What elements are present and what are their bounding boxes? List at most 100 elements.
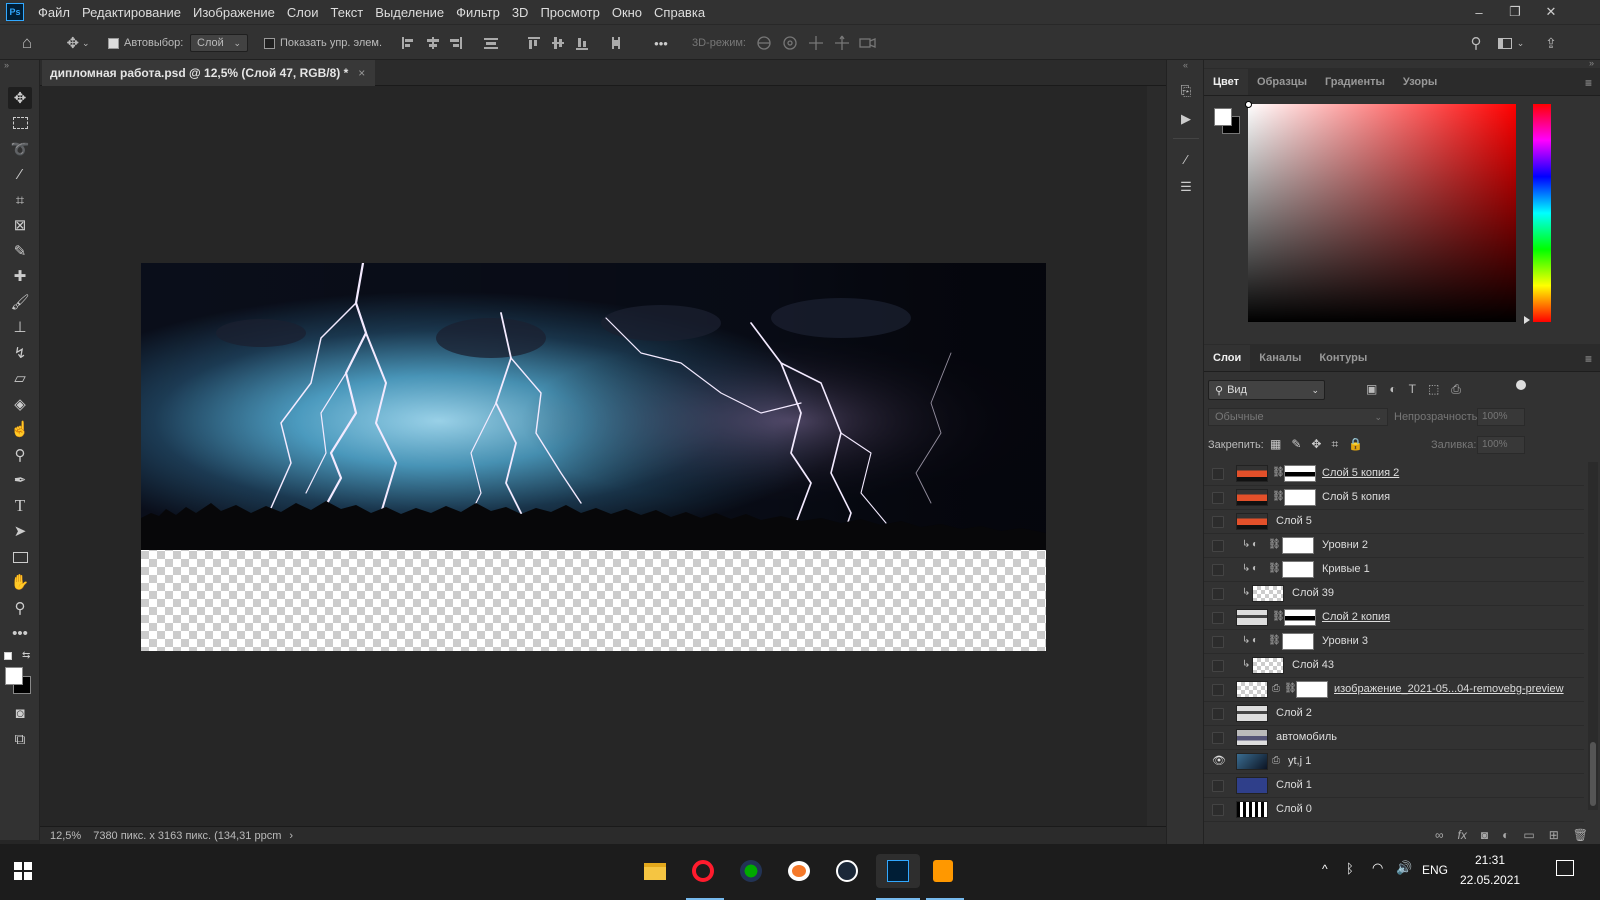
rectangle-tool-icon[interactable]	[8, 546, 32, 568]
layer-mask-thumbnail[interactable]	[1282, 537, 1314, 554]
autoselect-target-select[interactable]: Слой ⌄	[190, 34, 248, 52]
tray-overflow-icon[interactable]: ^	[1322, 862, 1328, 876]
lock-position-icon[interactable]: ✥	[1311, 437, 1321, 452]
link-icon[interactable]: ⛓	[1268, 539, 1281, 550]
opera-icon[interactable]	[686, 854, 720, 888]
properties-panel-icon[interactable]: ☰	[1174, 176, 1198, 198]
link-icon[interactable]: ⛓	[1272, 467, 1285, 478]
menu-item-9[interactable]: Окно	[606, 5, 648, 20]
menu-item-0[interactable]: Файл	[32, 5, 76, 20]
visibility-toggle[interactable]	[1212, 780, 1224, 792]
layer-mask-thumbnail[interactable]	[1284, 489, 1316, 506]
visibility-toggle[interactable]	[1212, 588, 1224, 600]
visibility-toggle[interactable]	[1212, 708, 1224, 720]
visibility-toggle[interactable]	[1212, 540, 1224, 552]
layer-row[interactable]: ↳ ◐ ⛓ Уровни 2	[1204, 534, 1584, 558]
history-brush-tool-icon[interactable]: ↯	[8, 342, 32, 364]
tab-channels[interactable]: Каналы	[1250, 345, 1310, 371]
layer-row[interactable]: Слой 0	[1204, 798, 1584, 822]
type-tool-icon[interactable]: T	[8, 495, 32, 517]
link-icon[interactable]: ⛓	[1272, 491, 1285, 502]
layer-thumbnail[interactable]	[1236, 489, 1268, 506]
layer-thumbnail[interactable]	[1236, 705, 1268, 722]
tab-swatches[interactable]: Образцы	[1248, 69, 1316, 95]
hand-tool-icon[interactable]: ✋	[8, 571, 32, 593]
visibility-toggle[interactable]	[1212, 564, 1224, 576]
tab-color[interactable]: Цвет	[1204, 69, 1249, 95]
layer-thumbnail[interactable]	[1236, 609, 1268, 626]
foreground-color-swatch[interactable]	[5, 667, 23, 685]
blend-mode-select[interactable]: Обычные ⌄	[1208, 408, 1388, 426]
link-icon[interactable]: ⛓	[1272, 611, 1285, 622]
layer-thumbnail[interactable]	[1236, 513, 1268, 530]
layer-name[interactable]: Слой 43	[1292, 659, 1334, 671]
layer-mask-thumbnail[interactable]	[1284, 465, 1316, 482]
eraser-tool-icon[interactable]: ▱	[8, 367, 32, 389]
layer-row[interactable]: ↳ ◐ ⛓ Уровни 3	[1204, 630, 1584, 654]
blender-icon[interactable]	[782, 854, 816, 888]
link-icon[interactable]: ⛓	[1268, 563, 1281, 574]
brush-tool-icon[interactable]: 🖌	[8, 291, 32, 313]
collapse-icon[interactable]: «	[1183, 60, 1188, 70]
layer-row[interactable]: ↳ Слой 43	[1204, 654, 1584, 678]
document-canvas[interactable]	[141, 263, 1046, 651]
tab-patterns[interactable]: Узоры	[1394, 69, 1446, 95]
layer-thumbnail[interactable]	[1236, 777, 1268, 794]
default-colors-icon[interactable]	[4, 652, 12, 660]
filter-toggle-icon[interactable]	[1516, 380, 1526, 390]
smudge-tool-icon[interactable]: ☝	[8, 418, 32, 440]
visibility-toggle[interactable]	[1212, 684, 1224, 696]
layer-filter-icons[interactable]: ▣ ◐ T ⬚ ⎙	[1366, 382, 1461, 397]
search-icon[interactable]: ⚲	[1466, 34, 1486, 52]
edit-toolbar-icon[interactable]: •••	[8, 622, 32, 644]
link-icon[interactable]: ⛓	[1284, 683, 1297, 694]
swap-colors-icon[interactable]: ⇆	[22, 650, 30, 661]
menu-item-1[interactable]: Редактирование	[76, 5, 187, 20]
fill-field[interactable]: 100%	[1477, 436, 1525, 454]
color-picker-cursor[interactable]	[1245, 101, 1252, 108]
layer-mask-thumbnail[interactable]	[1284, 609, 1316, 626]
menu-item-4[interactable]: Текст	[325, 5, 370, 20]
eye-icon[interactable]: 👁	[1212, 754, 1226, 767]
layer-thumbnail[interactable]	[1252, 585, 1284, 602]
menu-item-10[interactable]: Справка	[648, 5, 711, 20]
lasso-tool-icon[interactable]: ➰	[8, 138, 32, 160]
delete-layer-icon[interactable]: 🗑	[1573, 828, 1588, 842]
color-panel-foreground-swatch[interactable]	[1214, 108, 1232, 126]
layer-row[interactable]: ⎙ ⛓ изображение_2021-05...04-removebg-prev…	[1204, 678, 1584, 702]
browser-green-icon[interactable]	[734, 854, 768, 888]
photoshop-taskbar-icon[interactable]	[876, 854, 920, 888]
tab-layers[interactable]: Слои	[1204, 345, 1251, 371]
history-panel-icon[interactable]: ⎘	[1174, 80, 1198, 102]
layer-name[interactable]: Слой 2 копия	[1322, 611, 1390, 623]
menu-item-5[interactable]: Выделение	[369, 5, 450, 20]
color-picker-field[interactable]	[1245, 101, 1516, 322]
adjustment-filter-icon[interactable]: ◐	[1389, 382, 1396, 397]
smart-object-filter-icon[interactable]: ⎙	[1451, 382, 1461, 397]
layers-scrollbar-thumb[interactable]	[1590, 742, 1596, 806]
layer-thumbnail[interactable]	[1236, 729, 1268, 746]
visibility-toggle[interactable]	[1212, 804, 1224, 816]
steam-icon[interactable]	[830, 854, 864, 888]
frame-tool-icon[interactable]: ⊠	[8, 214, 32, 236]
menu-item-2[interactable]: Изображение	[187, 5, 281, 20]
zoom-tool-icon[interactable]: ⚲	[8, 597, 32, 619]
move-tool-icon[interactable]: ✥	[8, 87, 32, 109]
clone-stamp-tool-icon[interactable]: ⊥	[8, 316, 32, 338]
visibility-toggle[interactable]	[1212, 636, 1224, 648]
actions-panel-icon[interactable]: ▶	[1174, 108, 1198, 130]
wifi-icon[interactable]: ◠	[1372, 860, 1383, 876]
layer-row[interactable]: Слой 1	[1204, 774, 1584, 798]
windows-start-icon[interactable]	[14, 862, 32, 880]
menu-item-8[interactable]: Просмотр	[534, 5, 605, 20]
sublime-text-icon[interactable]	[926, 854, 960, 888]
link-icon[interactable]: ⛓	[1268, 635, 1281, 646]
lock-icons[interactable]: ▦ ✎ ✥ ⌗ 🔒	[1270, 437, 1363, 452]
share-icon[interactable]: ⇪	[1540, 34, 1562, 52]
more-options-button[interactable]: •••	[650, 34, 672, 52]
tab-gradients[interactable]: Градиенты	[1316, 69, 1394, 95]
layer-row[interactable]: ⛓ Слой 5 копия	[1204, 486, 1584, 510]
layers-list[interactable]: ⛓ Слой 5 копия 2 ⛓ Слой 5 копия Слой 5 ↳ ◐ ⛓ Уро…	[1204, 462, 1584, 826]
zoom-level[interactable]: 12,5%	[50, 830, 81, 842]
visibility-toggle[interactable]	[1212, 468, 1224, 480]
